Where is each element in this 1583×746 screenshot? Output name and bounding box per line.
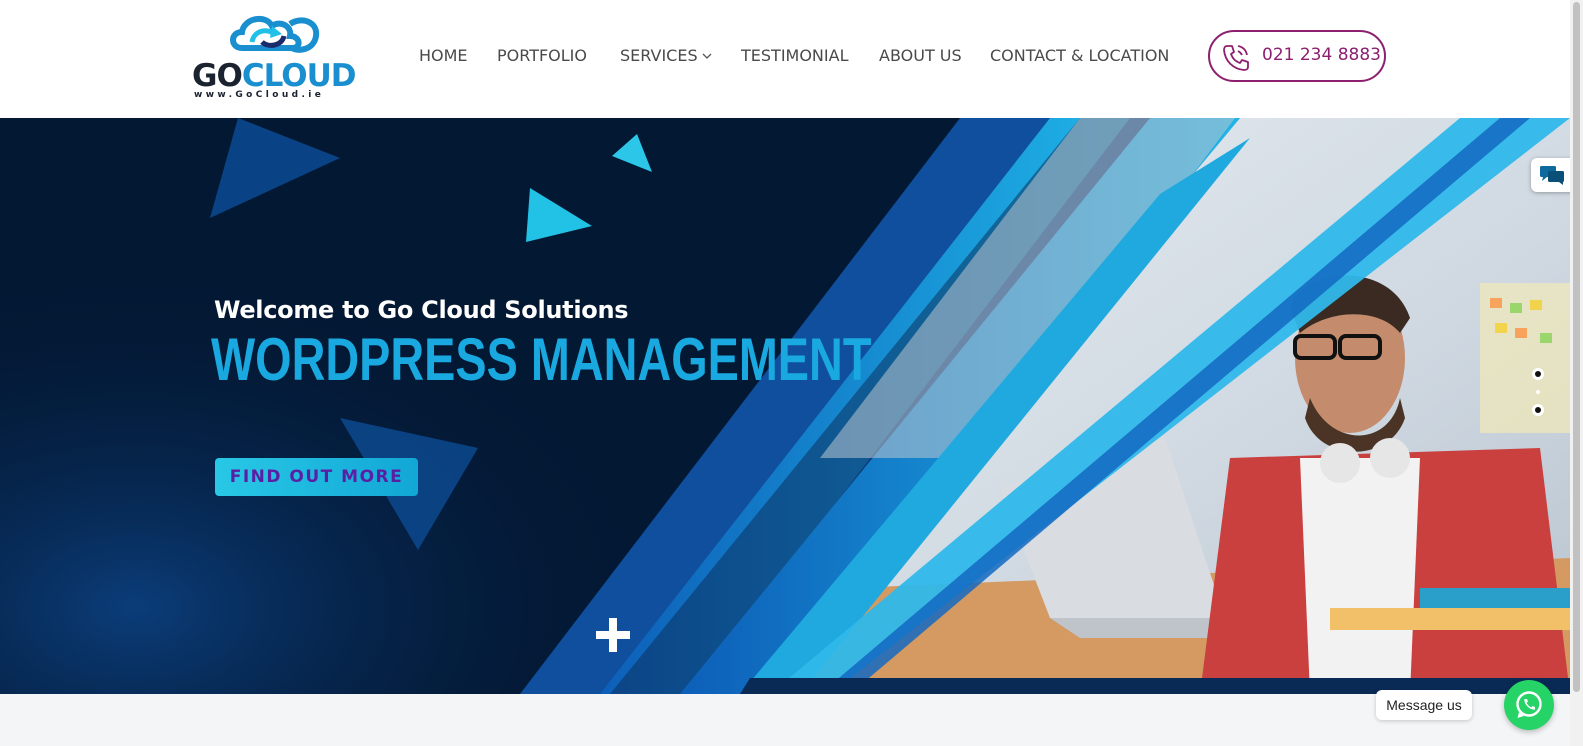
nav-contact-location[interactable]: CONTACT & LOCATION [990,45,1169,67]
nav-portfolio[interactable]: PORTFOLIO [497,45,587,67]
nav-testimonial[interactable]: TESTIMONIAL [741,45,848,67]
nav-services[interactable]: SERVICES [620,45,712,67]
whatsapp-button[interactable] [1504,680,1554,730]
hero-slider: Welcome to Go Cloud Solutions WORDPRESS … [0,118,1570,694]
plus-icon[interactable] [594,616,632,654]
chat-tab[interactable] [1531,158,1575,192]
site-header: GOCLOUD www.GoCloud.ie HOME PORTFOLIO SE… [0,0,1570,118]
slider-dot-2 [1536,390,1540,394]
find-out-more-button[interactable]: FIND OUT MORE [215,458,418,496]
phone-icon [1223,45,1249,71]
scrollbar-thumb[interactable] [1573,2,1580,692]
hero-headline: WORDPRESS MANAGEMENT [211,326,872,393]
content-start [0,694,1570,746]
logo-url: www.GoCloud.ie [194,90,325,100]
phone-number: 021 234 8883 [1262,45,1381,65]
slider-dots[interactable] [1528,366,1548,426]
phone-button[interactable]: 021 234 8883 [1208,30,1386,82]
page: GOCLOUD www.GoCloud.ie HOME PORTFOLIO SE… [0,0,1583,746]
nav-about-us[interactable]: ABOUT US [879,45,962,67]
page-scrollbar[interactable] [1570,0,1583,746]
nav-home[interactable]: HOME [419,45,468,67]
cloud-sync-logo-icon [230,15,320,53]
chat-bubbles-icon [1540,166,1564,185]
chevron-down-icon [702,53,712,59]
hero-welcome-text: Welcome to Go Cloud Solutions [214,296,629,324]
hero-background [0,118,1570,694]
nav-services-label: SERVICES [620,46,698,65]
site-logo[interactable]: GOCLOUD www.GoCloud.ie [192,10,356,102]
whatsapp-icon [1516,691,1542,718]
logo-wordmark: GOCLOUD [192,58,356,94]
message-us-label[interactable]: Message us [1376,690,1472,720]
